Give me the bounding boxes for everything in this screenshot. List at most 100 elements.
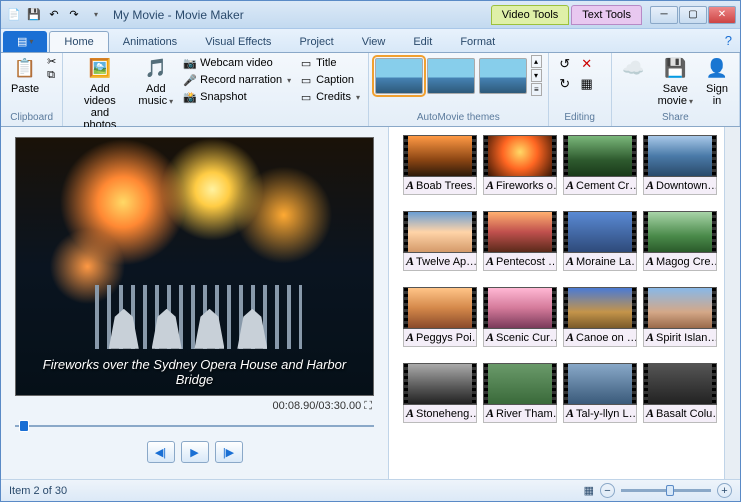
clip-thumbnail: [643, 135, 717, 177]
save-icon[interactable]: 💾: [25, 6, 43, 24]
clip-item[interactable]: AFireworks o…: [483, 135, 557, 195]
zoom-thumb[interactable]: [666, 485, 674, 496]
paste-button[interactable]: 📋 Paste: [7, 55, 43, 97]
next-frame-button[interactable]: |▶: [215, 441, 243, 463]
thumbnail-view-icon[interactable]: ▦: [584, 484, 594, 497]
clip-label: ABasalt Colu…: [643, 405, 717, 423]
playback-controls: ◀| ▶ |▶: [15, 435, 374, 469]
tab-home[interactable]: Home: [49, 31, 108, 52]
video-preview[interactable]: Fireworks over the Sydney Opera House an…: [15, 137, 374, 396]
delete-icon[interactable]: ✕: [577, 55, 597, 73]
webcam-video-button[interactable]: 📷Webcam video: [181, 55, 293, 71]
clipboard-group-label: Clipboard: [7, 111, 56, 124]
clip-item[interactable]: ATal-y-llyn L…: [563, 363, 637, 423]
editing-buttons: ↺ ✕ ↻ ▦: [555, 55, 605, 93]
clip-item[interactable]: ADowntown…: [643, 135, 717, 195]
tab-view[interactable]: View: [348, 32, 400, 52]
redo-icon[interactable]: ↷: [65, 6, 83, 24]
qat-file-icon[interactable]: 📄: [5, 6, 23, 24]
undo-icon[interactable]: ↶: [45, 6, 63, 24]
tab-visual-effects[interactable]: Visual Effects: [191, 32, 285, 52]
gallery-more-icon[interactable]: ≡: [531, 83, 542, 96]
ribbon: 📋 Paste ✂ ⧉ Clipboard 🖼️ Add videos and …: [1, 53, 740, 127]
tab-format[interactable]: Format: [446, 32, 509, 52]
close-button[interactable]: ✕: [708, 6, 736, 24]
add-music-button[interactable]: 🎵 Add music▾: [134, 55, 177, 109]
file-tab-icon: ▤: [17, 35, 27, 48]
clip-item[interactable]: ACement Cr…: [563, 135, 637, 195]
clip-item[interactable]: ASpirit Islan…: [643, 287, 717, 347]
save-movie-button[interactable]: 💾 Save movie▾: [654, 55, 697, 109]
mic-icon: 🎤: [183, 73, 197, 87]
clip-item[interactable]: ATwelve Ap…: [403, 211, 477, 271]
clip-library[interactable]: ABoab Trees… AFireworks o… ACement Cr…ADow…: [389, 127, 724, 479]
zoom-control: ▦ − +: [584, 483, 732, 498]
text-overlay-icon: A: [486, 330, 494, 345]
help-icon[interactable]: ?: [717, 29, 740, 52]
gallery-up-icon[interactable]: ▴: [531, 55, 542, 68]
theme-2[interactable]: [427, 58, 475, 94]
add-videos-photos-button[interactable]: 🖼️ Add videos and photos: [69, 55, 130, 133]
theme-1[interactable]: [375, 58, 423, 94]
file-tab[interactable]: ▤▾: [3, 31, 47, 52]
clip-item[interactable]: APentecost …: [483, 211, 557, 271]
tab-animations[interactable]: Animations: [109, 32, 191, 52]
text-overlay-icon: A: [646, 178, 654, 193]
group-add: 🖼️ Add videos and photos 🎵 Add music▾ 📷W…: [63, 53, 369, 126]
zoom-in-button[interactable]: +: [717, 483, 732, 498]
clip-item[interactable]: AStoneheng…: [403, 363, 477, 423]
clip-thumbnail: [403, 287, 477, 329]
zoom-out-button[interactable]: −: [600, 483, 615, 498]
clip-item[interactable]: APeggys Poi…: [403, 287, 477, 347]
title-button[interactable]: ▭Title: [297, 55, 362, 71]
rotate-left-icon[interactable]: ↺: [555, 55, 575, 73]
clip-thumbnail: [483, 287, 557, 329]
clip-item[interactable]: ARiver Tham…: [483, 363, 557, 423]
vertical-scrollbar[interactable]: [724, 127, 740, 479]
gallery-down-icon[interactable]: ▾: [531, 69, 542, 82]
group-clipboard: 📋 Paste ✂ ⧉ Clipboard: [1, 53, 63, 126]
sign-in-label: Sign in: [706, 83, 728, 107]
fullscreen-icon[interactable]: ⛶: [364, 400, 372, 412]
text-tools-tab[interactable]: Text Tools: [571, 5, 642, 25]
clip-label: AMagog Cre…: [643, 253, 717, 271]
clip-item[interactable]: AMagog Cre…: [643, 211, 717, 271]
clip-thumbnail: [643, 211, 717, 253]
clip-row: ATwelve Ap… APentecost … AMoraine La… AMago…: [403, 211, 718, 271]
rotate-right-icon[interactable]: ↻: [555, 75, 575, 93]
zoom-slider[interactable]: [621, 489, 711, 492]
copy-icon[interactable]: ⧉: [47, 69, 56, 82]
select-all-icon[interactable]: ▦: [577, 75, 597, 93]
webcam-icon: 📷: [183, 56, 197, 70]
onedrive-button[interactable]: ☁️: [618, 55, 650, 83]
record-narration-button[interactable]: 🎤Record narration▾: [181, 72, 293, 88]
theme-3[interactable]: [479, 58, 527, 94]
play-button[interactable]: ▶: [181, 441, 209, 463]
tab-project[interactable]: Project: [285, 32, 347, 52]
clip-item[interactable]: ABoab Trees…: [403, 135, 477, 195]
seek-bar[interactable]: [15, 419, 374, 433]
clip-label: AFireworks o…: [483, 177, 557, 195]
prev-frame-button[interactable]: ◀|: [147, 441, 175, 463]
clip-item[interactable]: ACanoe on …: [563, 287, 637, 347]
cut-icon[interactable]: ✂: [47, 55, 56, 68]
clip-item[interactable]: AMoraine La…: [563, 211, 637, 271]
clip-label: APentecost …: [483, 253, 557, 271]
title-icon: ▭: [299, 56, 313, 70]
caption-button[interactable]: ▭Caption: [297, 72, 362, 88]
tab-edit[interactable]: Edit: [399, 32, 446, 52]
minimize-button[interactable]: ─: [650, 6, 678, 24]
clip-thumbnail: [403, 211, 477, 253]
video-tools-tab[interactable]: Video Tools: [491, 5, 569, 25]
sign-in-button[interactable]: 👤 Sign in: [701, 55, 733, 109]
qat-dropdown-icon[interactable]: ▾: [87, 6, 105, 24]
maximize-button[interactable]: ▢: [679, 6, 707, 24]
seek-thumb[interactable]: [19, 420, 29, 432]
credits-button[interactable]: ▭Credits▾: [297, 89, 362, 105]
paste-label: Paste: [11, 83, 39, 95]
credits-icon: ▭: [299, 90, 313, 104]
snapshot-button[interactable]: 📸Snapshot: [181, 89, 293, 105]
clip-item[interactable]: AScenic Cur…: [483, 287, 557, 347]
window-title: My Movie - Movie Maker: [113, 8, 244, 22]
clip-item[interactable]: ABasalt Colu…: [643, 363, 717, 423]
